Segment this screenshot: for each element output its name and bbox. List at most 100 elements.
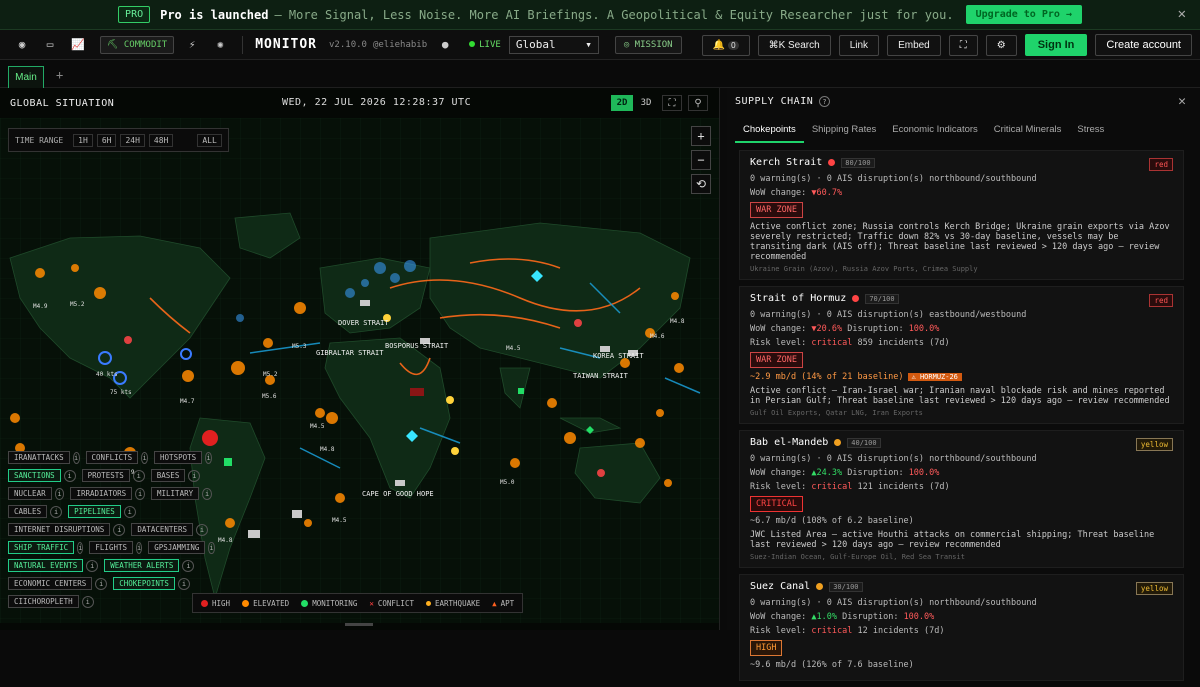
layer-toggle-gpsjamming[interactable]: GPSJAMMING [148, 541, 206, 554]
tab-main[interactable]: Main [8, 66, 44, 88]
map-label: BOSPORUS STRAIT [385, 342, 449, 350]
info-icon[interactable]: i [77, 541, 84, 554]
layer-toggle-flights[interactable]: FLIGHTS [89, 541, 134, 554]
time-range-all[interactable]: ALL [197, 133, 222, 147]
tab-critical-minerals[interactable]: Critical Minerals [986, 120, 1070, 143]
status-badge: yellow [1135, 582, 1173, 595]
tab-chokepoints[interactable]: Chokepoints [735, 120, 804, 143]
tab-stress[interactable]: Stress [1069, 120, 1112, 143]
embed-button[interactable]: Embed [887, 34, 941, 56]
info-icon[interactable]: i [202, 487, 212, 500]
tab-bar: Main + [0, 60, 1200, 88]
info-icon[interactable]: i [95, 577, 108, 590]
layer-toggle-chokepoints[interactable]: CHOKEPOINTS [113, 577, 175, 590]
info-icon[interactable]: i [63, 469, 76, 482]
layer-toggle-sanctions[interactable]: SANCTIONS [8, 469, 61, 482]
layer-row: INTERNET DISRUPTIONS i DATACENTERS i [8, 523, 218, 536]
layer-toggle-iranattacks[interactable]: IRANATTACKS [8, 451, 70, 464]
time-range-6h[interactable]: 6H [96, 133, 117, 147]
layer-toggle-cables[interactable]: CABLES [8, 505, 48, 518]
info-icon[interactable]: i [132, 469, 145, 482]
time-range-48h[interactable]: 48H [148, 133, 174, 147]
author-link[interactable]: @eliehabib [373, 40, 427, 50]
region-select[interactable]: Global ▾ [508, 35, 599, 54]
monitor-icon[interactable]: ▭ [38, 35, 62, 55]
fullscreen-icon[interactable]: ⛶ [948, 34, 978, 56]
sun-icon[interactable]: ✺ [208, 35, 232, 55]
upgrade-button[interactable]: Upgrade to Pro → [965, 5, 1082, 24]
help-icon[interactable]: ? [819, 96, 831, 107]
layer-toggle-nuclear[interactable]: NUCLEAR [8, 487, 52, 500]
legend-conflict: ✕ CONFLICT [369, 598, 414, 608]
info-icon[interactable]: i [141, 451, 149, 464]
layer-toggle-hotspots[interactable]: HOTSPOTS [154, 451, 203, 464]
layer-toggle-pipelines[interactable]: PIPELINES [68, 505, 121, 518]
info-icon[interactable]: i [208, 541, 215, 554]
time-range-24h[interactable]: 24H [120, 133, 145, 147]
chokepoint-card[interactable]: Suez Canal 30/100 yellow 0 warning(s) · 0… [739, 574, 1184, 681]
reset-view-button[interactable]: ⟲ [691, 174, 711, 194]
info-icon[interactable]: i [135, 487, 145, 500]
base-icon [124, 336, 132, 344]
layer-toggle-protests[interactable]: PROTESTS [81, 469, 130, 482]
link-button[interactable]: Link [838, 34, 880, 56]
commodity-variant-button[interactable]: ⛏ COMMODIT [100, 35, 175, 54]
layer-toggle-military[interactable]: MILITARY [151, 487, 200, 500]
layer-toggle-ciichoropleth[interactable]: CIICHOROPLETH [8, 595, 79, 608]
sign-in-button[interactable]: Sign In [1024, 34, 1088, 56]
info-icon[interactable]: i [86, 559, 99, 572]
info-icon[interactable]: i [113, 523, 126, 536]
tab-economic-indicators[interactable]: Economic Indicators [884, 120, 986, 143]
close-icon[interactable]: ✕ [1178, 94, 1186, 109]
zoom-in-button[interactable]: + [691, 126, 711, 146]
search-button[interactable]: ⌘K Search [757, 34, 831, 56]
app-logo[interactable]: MONITOR [255, 37, 317, 52]
layer-toggle-ship-traffic[interactable]: SHIP TRAFFIC [8, 541, 75, 554]
layer-toggle-conflicts[interactable]: CONFLICTS [85, 451, 139, 464]
layer-toggle-bases[interactable]: BASES [150, 469, 186, 482]
mission-button[interactable]: ◎ MISSION [614, 35, 682, 54]
layer-toggle-irradiators[interactable]: IRRADIATORS [70, 487, 133, 500]
info-icon[interactable]: i [205, 451, 213, 464]
status-badge: red [1149, 294, 1173, 307]
view-2d-button[interactable]: 2D [611, 95, 633, 111]
github-icon[interactable]: ● [433, 35, 457, 55]
close-icon[interactable]: ✕ [1178, 6, 1186, 22]
tab-shipping-rates[interactable]: Shipping Rates [804, 120, 884, 143]
chokepoint-card[interactable]: Kerch Strait 80/100 red 0 warning(s) · 0 … [739, 150, 1184, 280]
info-icon[interactable]: i [54, 487, 65, 500]
layer-toggle-internet-disruptions[interactable]: INTERNET DISRUPTIONS [8, 523, 111, 536]
chart-icon[interactable]: 📈 [66, 35, 90, 55]
resize-handle[interactable] [345, 623, 373, 626]
score-badge: 70/100 [865, 293, 899, 304]
view-3d-button[interactable]: 3D [636, 95, 656, 111]
chokepoint-card[interactable]: Strait of Hormuz 70/100 red 0 warning(s) … [739, 286, 1184, 424]
info-icon[interactable]: i [72, 451, 80, 464]
pin-icon[interactable]: ⚲ [688, 95, 708, 111]
create-account-button[interactable]: Create account [1095, 34, 1192, 56]
layer-row: IRANATTACKS i CONFLICTS i HOTSPOTS i [8, 451, 218, 464]
bolt-icon[interactable]: ⚡ [180, 35, 204, 55]
info-icon[interactable]: i [136, 541, 143, 554]
layer-row: CABLES i PIPELINES i [8, 505, 218, 518]
add-tab-button[interactable]: + [56, 68, 63, 82]
time-range-1h[interactable]: 1H [73, 133, 93, 147]
info-icon[interactable]: i [177, 577, 190, 590]
globe-icon[interactable]: ◉ [10, 35, 34, 55]
info-icon[interactable]: i [195, 523, 208, 536]
layer-toggle-datacenters[interactable]: DATACENTERS [131, 523, 193, 536]
gear-icon[interactable]: ⚙ [985, 34, 1017, 56]
layer-toggle-economic-centers[interactable]: ECONOMIC CENTERS [8, 577, 93, 590]
layer-toggle-natural-events[interactable]: NATURAL EVENTS [8, 559, 84, 572]
info-icon[interactable]: i [123, 505, 136, 518]
info-icon[interactable]: i [50, 505, 63, 518]
alerts-button[interactable]: 🔔 0 [701, 34, 750, 56]
layer-toggle-weather-alerts[interactable]: WEATHER ALERTS [104, 559, 180, 572]
info-icon[interactable]: i [188, 469, 201, 482]
zoom-out-button[interactable]: − [691, 150, 711, 170]
chokepoint-card[interactable]: Bab el-Mandeb 40/100 yellow 0 warning(s) … [739, 430, 1184, 568]
warning-line: 0 warning(s) · 0 AIS disruption(s) north… [750, 598, 1037, 608]
info-icon[interactable]: i [182, 559, 195, 572]
info-icon[interactable]: i [81, 595, 94, 608]
expand-icon[interactable]: ⛶ [662, 95, 682, 111]
